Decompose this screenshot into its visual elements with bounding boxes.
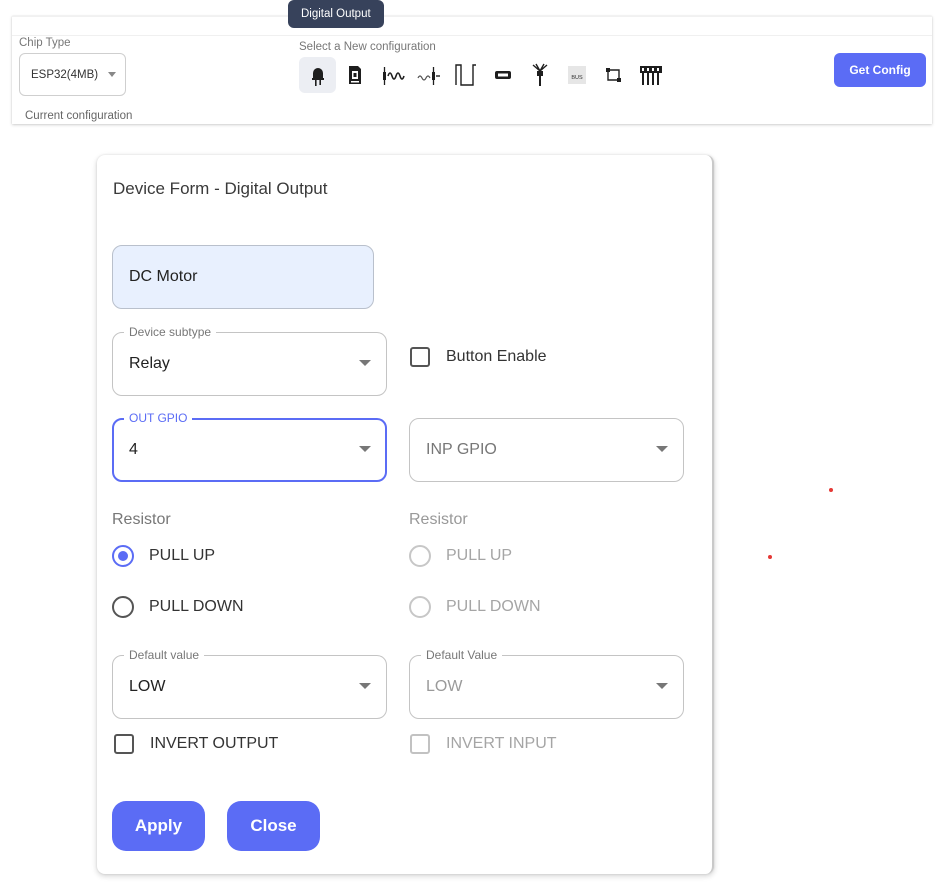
device-form-dialog: Device Form - Digital Output DC Motor De… — [97, 155, 714, 874]
invert-output-checkbox-row[interactable]: INVERT OUTPUT — [114, 734, 278, 754]
chevron-down-icon — [359, 446, 371, 452]
default-value-in-label: Default Value — [421, 648, 503, 662]
chip-type-label: Chip Type — [19, 37, 71, 49]
device-subtype-select[interactable]: Device subtype Relay — [112, 325, 387, 396]
pull-up-radio[interactable] — [112, 545, 134, 567]
pull-down-radio[interactable] — [112, 596, 134, 618]
default-value-in-value: LOW — [426, 678, 463, 695]
invert-input-label: INVERT INPUT — [446, 735, 557, 752]
pulse-icon[interactable] — [447, 57, 484, 93]
pull-down-radio[interactable] — [409, 596, 431, 618]
toolbar-divider — [12, 35, 932, 36]
sensor-wave-icon[interactable] — [373, 57, 410, 93]
chip-type-select[interactable]: ESP32(4MB) — [19, 53, 126, 96]
out-gpio-select[interactable]: OUT GPIO 4 — [112, 411, 387, 482]
resistor-out-pull-up[interactable]: PULL UP — [112, 545, 215, 567]
chip-type-value: ESP32(4MB) — [31, 68, 99, 81]
pull-down-label: PULL DOWN — [149, 598, 244, 615]
resistor-in-pull-up[interactable]: PULL UP — [409, 545, 512, 567]
pull-up-label: PULL UP — [149, 547, 216, 564]
bus-icon-text: BUS — [571, 75, 583, 81]
dialog-title: Device Form - Digital Output — [113, 179, 328, 198]
resistor-in-label: Resistor — [409, 511, 468, 528]
default-value-out-select[interactable]: Default value LOW — [112, 648, 387, 719]
device-subtype-label: Device subtype — [124, 325, 217, 339]
current-configuration-label: Current configuration — [25, 110, 133, 122]
device-name-value: DC Motor — [129, 268, 198, 285]
resistor-in-pull-down[interactable]: PULL DOWN — [409, 596, 541, 618]
close-button[interactable]: Close — [227, 801, 320, 851]
invert-input-checkbox[interactable] — [410, 734, 430, 754]
pull-up-label: PULL UP — [446, 547, 513, 564]
chevron-down-icon — [359, 683, 371, 689]
chevron-down-icon — [108, 72, 116, 77]
red-marker-dot — [768, 555, 772, 559]
pin-header-icon[interactable] — [632, 57, 669, 93]
device-subtype-value: Relay — [129, 355, 170, 372]
invert-input-checkbox-row[interactable]: INVERT INPUT — [410, 734, 557, 754]
chevron-down-icon — [656, 446, 668, 452]
default-value-out-value: LOW — [129, 678, 166, 695]
button-enable-checkbox-row[interactable]: Button Enable — [410, 347, 547, 367]
display-icon[interactable] — [484, 57, 521, 93]
invert-output-label: INVERT OUTPUT — [150, 735, 279, 752]
new-configuration-label: Select a New configuration — [299, 41, 436, 53]
bus-icon[interactable]: BUS — [558, 57, 595, 93]
inp-gpio-select[interactable]: INP GPIO — [409, 418, 684, 482]
button-enable-checkbox[interactable] — [410, 347, 430, 367]
digital-output-tooltip: Digital Output — [288, 0, 384, 28]
get-config-button[interactable]: Get Config — [834, 53, 926, 87]
config-icon-row: BUS — [299, 57, 669, 93]
button-enable-label: Button Enable — [446, 348, 547, 365]
out-gpio-value: 4 — [129, 441, 138, 458]
apply-button[interactable]: Apply — [112, 801, 205, 851]
memory-card-icon[interactable] — [336, 57, 373, 93]
led-icon[interactable] — [299, 57, 336, 93]
red-marker-dot — [829, 488, 833, 492]
chevron-down-icon — [359, 360, 371, 366]
connection-icon[interactable] — [595, 57, 632, 93]
resistor-out-label: Resistor — [112, 511, 171, 528]
inp-gpio-placeholder: INP GPIO — [426, 441, 497, 458]
analog-wave-icon[interactable] — [410, 57, 447, 93]
chevron-down-icon — [656, 683, 668, 689]
antenna-icon[interactable] — [521, 57, 558, 93]
default-value-in-select[interactable]: Default Value LOW — [409, 648, 684, 719]
resistor-out-pull-down[interactable]: PULL DOWN — [112, 596, 244, 618]
out-gpio-label: OUT GPIO — [124, 411, 193, 425]
pull-down-label: PULL DOWN — [446, 598, 541, 615]
invert-output-checkbox[interactable] — [114, 734, 134, 754]
config-toolbar: Chip Type ESP32(4MB) Current configurati… — [12, 16, 932, 124]
device-name-input[interactable]: DC Motor — [112, 245, 374, 309]
default-value-out-label: Default value — [124, 648, 205, 662]
pull-up-radio[interactable] — [409, 545, 431, 567]
